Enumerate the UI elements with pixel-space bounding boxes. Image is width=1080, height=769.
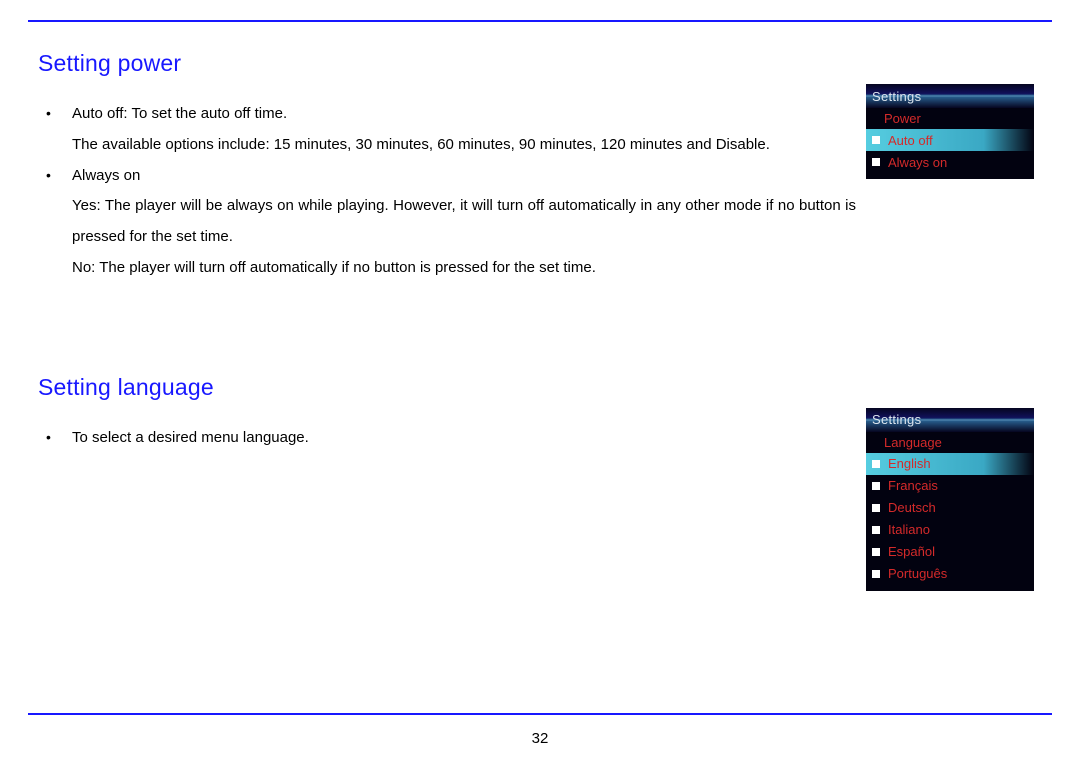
device-screenshot-language: Settings Language English Français Deuts…	[866, 408, 1034, 591]
bullet-always-on-extra: Yes: The player will be always on while …	[72, 197, 856, 245]
device-item-label: Deutsch	[888, 500, 936, 515]
device-item-label: Always on	[888, 155, 947, 170]
device-language-item-espanol: Español	[866, 541, 1034, 563]
square-icon	[872, 482, 880, 490]
bottom-divider	[28, 713, 1052, 715]
square-icon	[872, 136, 880, 144]
section-power: Setting power Auto off: To set the auto …	[28, 50, 1052, 284]
top-divider	[28, 20, 1052, 22]
device-power-item-always-on: Always on	[866, 151, 1034, 173]
square-icon	[872, 460, 880, 468]
section-power-text: Setting power Auto off: To set the auto …	[28, 50, 856, 284]
bullet-language: To select a desired menu language.	[72, 423, 856, 454]
device-item-label: Italiano	[888, 522, 930, 537]
square-icon	[872, 504, 880, 512]
page-number: 32	[0, 730, 1080, 747]
device-language-subtitle: Language	[866, 432, 1034, 453]
device-power-subtitle: Power	[866, 108, 1034, 129]
device-language-item-english: English	[866, 453, 1034, 475]
device-item-label: Auto off	[888, 133, 933, 148]
bullet-always-on: Always on Yes: The player will be always…	[72, 161, 856, 253]
section-language: Setting language To select a desired men…	[28, 374, 1052, 591]
device-item-label: Español	[888, 544, 935, 559]
heading-power: Setting power	[38, 50, 856, 77]
device-power-title: Settings	[866, 84, 1034, 108]
power-bullets: Auto off: To set the auto off time. The …	[38, 99, 856, 253]
square-icon	[872, 548, 880, 556]
bullet-auto-off-extra: The available options include: 15 minute…	[72, 136, 770, 153]
device-power-item-auto-off: Auto off	[866, 129, 1034, 151]
bullet-auto-off: Auto off: To set the auto off time. The …	[72, 99, 856, 161]
device-language-item-portugues: Português	[866, 563, 1034, 585]
bullet-language-lead: To select a desired menu language.	[72, 429, 309, 446]
square-icon	[872, 158, 880, 166]
square-icon	[872, 570, 880, 578]
square-icon	[872, 526, 880, 534]
bullet-auto-off-lead: Auto off: To set the auto off time.	[72, 105, 287, 122]
power-sub-line: No: The player will turn off automatical…	[38, 253, 856, 284]
device-language-item-deutsch: Deutsch	[866, 497, 1034, 519]
device-item-label: English	[888, 456, 931, 471]
device-item-label: Português	[888, 566, 947, 581]
heading-language: Setting language	[38, 374, 856, 401]
language-bullets: To select a desired menu language.	[38, 423, 856, 454]
section-language-text: Setting language To select a desired men…	[28, 374, 856, 454]
device-screenshot-power: Settings Power Auto off Always on	[866, 84, 1034, 179]
device-item-label: Français	[888, 478, 938, 493]
device-language-title: Settings	[866, 408, 1034, 432]
bullet-always-on-lead: Always on	[72, 167, 140, 184]
device-language-item-francais: Français	[866, 475, 1034, 497]
device-language-item-italiano: Italiano	[866, 519, 1034, 541]
